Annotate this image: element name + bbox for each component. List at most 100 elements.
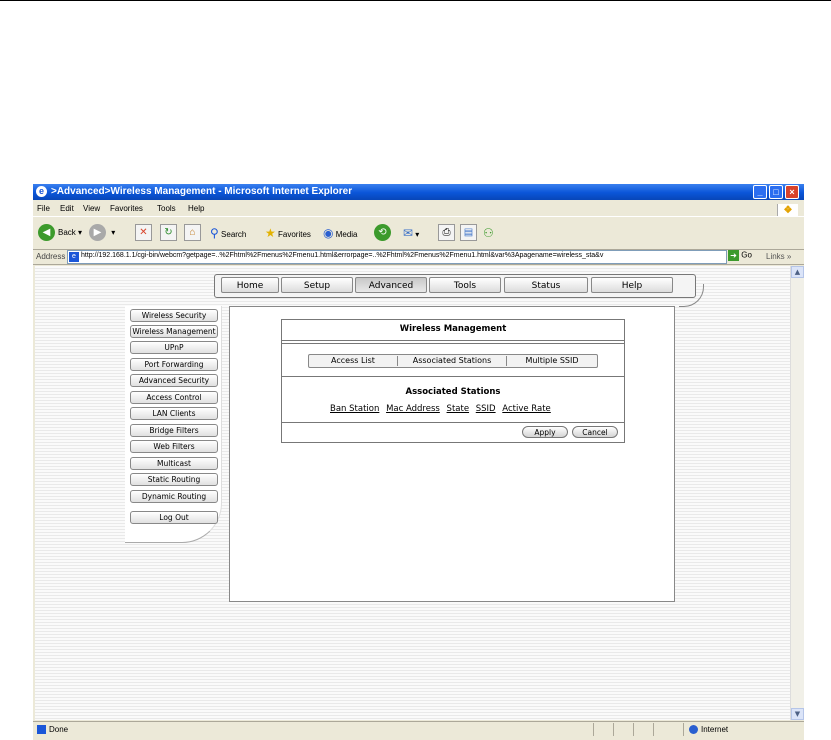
menu-dynamic-routing[interactable]: Dynamic Routing: [130, 490, 218, 503]
window-title: >Advanced>Wireless Management - Microsof…: [51, 186, 353, 197]
close-button[interactable]: ×: [785, 185, 799, 199]
scroll-down-icon[interactable]: ▼: [791, 708, 804, 720]
tab-help[interactable]: Help: [591, 277, 673, 293]
status-divider: [613, 723, 614, 736]
menu-tools[interactable]: Tools: [157, 204, 176, 213]
menu-access-control[interactable]: Access Control: [130, 391, 218, 404]
apply-button[interactable]: Apply: [522, 426, 568, 438]
refresh-button[interactable]: ↻: [160, 224, 177, 242]
wireless-management-panel: Wireless Management Access List Associat…: [281, 319, 625, 443]
subtab-multiple-ssid[interactable]: Multiple SSID: [507, 355, 597, 367]
column-active-rate: Active Rate: [502, 404, 551, 414]
page-icon: e: [69, 252, 79, 262]
favorites-label: Favorites: [278, 230, 311, 239]
menu-lan-clients[interactable]: LAN Clients: [130, 407, 218, 420]
status-divider: [593, 723, 594, 736]
divider: [282, 340, 624, 341]
internet-zone-icon: [689, 725, 698, 735]
menu-file[interactable]: File: [37, 204, 50, 213]
menu-static-routing[interactable]: Static Routing: [130, 473, 218, 486]
column-state: State: [446, 404, 470, 414]
menu-view[interactable]: View: [83, 204, 100, 213]
divider: [282, 376, 624, 377]
mail-button[interactable]: ✉ ▾: [403, 224, 419, 242]
media-label: Media: [335, 230, 358, 239]
page-viewport: Home Setup Advanced Tools Status Help Wi…: [35, 266, 790, 720]
messenger-button[interactable]: ⚇: [483, 224, 494, 242]
minimize-button[interactable]: _: [753, 185, 767, 199]
menu-edit[interactable]: Edit: [60, 204, 74, 213]
menu-port-forwarding[interactable]: Port Forwarding: [130, 358, 218, 371]
status-divider: [683, 723, 684, 736]
history-icon: ⟲: [374, 224, 391, 242]
edit-button[interactable]: ▤: [460, 224, 477, 242]
panel-title: Wireless Management: [399, 324, 507, 334]
back-button[interactable]: ◀ Back ▾: [38, 224, 82, 242]
history-button[interactable]: ⟲: [374, 224, 394, 242]
go-label: Go: [741, 250, 752, 260]
print-icon: ⎙: [438, 224, 455, 242]
mail-icon: ✉: [403, 226, 414, 240]
print-button[interactable]: ⎙: [438, 224, 455, 242]
nav-tabs-curve: [679, 284, 704, 307]
menu-wireless-management[interactable]: Wireless Management: [130, 325, 218, 338]
menu-multicast[interactable]: Multicast: [130, 457, 218, 470]
address-input[interactable]: e http://192.168.1.1/cgi-bin/webcm?getpa…: [67, 250, 727, 264]
search-label: Search: [221, 230, 247, 239]
address-bar: Address e http://192.168.1.1/cgi-bin/web…: [33, 249, 804, 265]
page-done-icon: [37, 725, 46, 735]
browser-window: e >Advanced>Wireless Management - Micros…: [33, 184, 804, 740]
media-button[interactable]: ◉ Media: [323, 224, 358, 242]
search-button[interactable]: ⚲ Search: [210, 224, 246, 242]
menu-help[interactable]: Help: [188, 204, 204, 213]
menu-upnp[interactable]: UPnP: [130, 341, 218, 354]
divider: [282, 343, 624, 344]
favorites-button[interactable]: ★ Favorites: [265, 224, 311, 242]
subtab-associated-stations[interactable]: Associated Stations: [398, 355, 506, 367]
address-url: http://192.168.1.1/cgi-bin/webcm?getpage…: [81, 252, 604, 259]
home-icon: ⌂: [184, 224, 201, 242]
vertical-scrollbar[interactable]: ▲ ▼: [790, 266, 804, 720]
content-area: Wireless Management Access List Associat…: [229, 306, 675, 602]
tab-setup[interactable]: Setup: [281, 277, 353, 293]
stations-table-header: Ban Station Mac Address State SSID Activ…: [330, 404, 555, 414]
menu-advanced-security[interactable]: Advanced Security: [130, 374, 218, 387]
address-label: Address: [36, 252, 66, 261]
forward-arrow-icon: ▶: [89, 224, 106, 242]
home-button[interactable]: ⌂: [184, 224, 201, 242]
page-top-rule: [0, 0, 831, 1]
sub-tabs: Access List Associated Stations Multiple…: [308, 354, 598, 368]
subtab-access-list[interactable]: Access List: [309, 355, 397, 367]
refresh-icon: ↻: [160, 224, 177, 242]
tab-tools[interactable]: Tools: [429, 277, 501, 293]
go-arrow-icon: ➜: [728, 250, 739, 261]
divider: [282, 422, 624, 423]
status-bar: Done Internet: [33, 721, 804, 738]
status-divider: [633, 723, 634, 736]
scroll-up-icon[interactable]: ▲: [791, 266, 804, 278]
status-done-label: Done: [49, 725, 69, 734]
tab-advanced[interactable]: Advanced: [355, 277, 427, 293]
maximize-button[interactable]: □: [769, 185, 783, 199]
security-zone: Internet: [689, 725, 729, 735]
menu-log-out[interactable]: Log Out: [130, 511, 218, 524]
zone-label: Internet: [701, 725, 729, 734]
search-icon: ⚲: [210, 226, 219, 240]
column-ssid: SSID: [475, 404, 496, 414]
media-icon: ◉: [323, 226, 334, 240]
menu-wireless-security[interactable]: Wireless Security: [130, 309, 218, 322]
menu-web-filters[interactable]: Web Filters: [130, 440, 218, 453]
menu-favorites[interactable]: Favorites: [110, 204, 143, 213]
links-label: Links: [766, 252, 785, 261]
go-button[interactable]: ➜ Go: [728, 250, 752, 261]
tab-status[interactable]: Status: [504, 277, 588, 293]
menu-bridge-filters[interactable]: Bridge Filters: [130, 424, 218, 437]
favorites-star-icon: ★: [265, 226, 276, 240]
edit-page-icon: ▤: [460, 224, 477, 242]
stop-icon: ✕: [135, 224, 152, 242]
cancel-button[interactable]: Cancel: [572, 426, 618, 438]
stop-button[interactable]: ✕: [135, 224, 152, 242]
forward-button[interactable]: ▶ ▾: [89, 224, 115, 242]
tab-home[interactable]: Home: [221, 277, 279, 293]
links-button[interactable]: Links »: [766, 252, 791, 261]
